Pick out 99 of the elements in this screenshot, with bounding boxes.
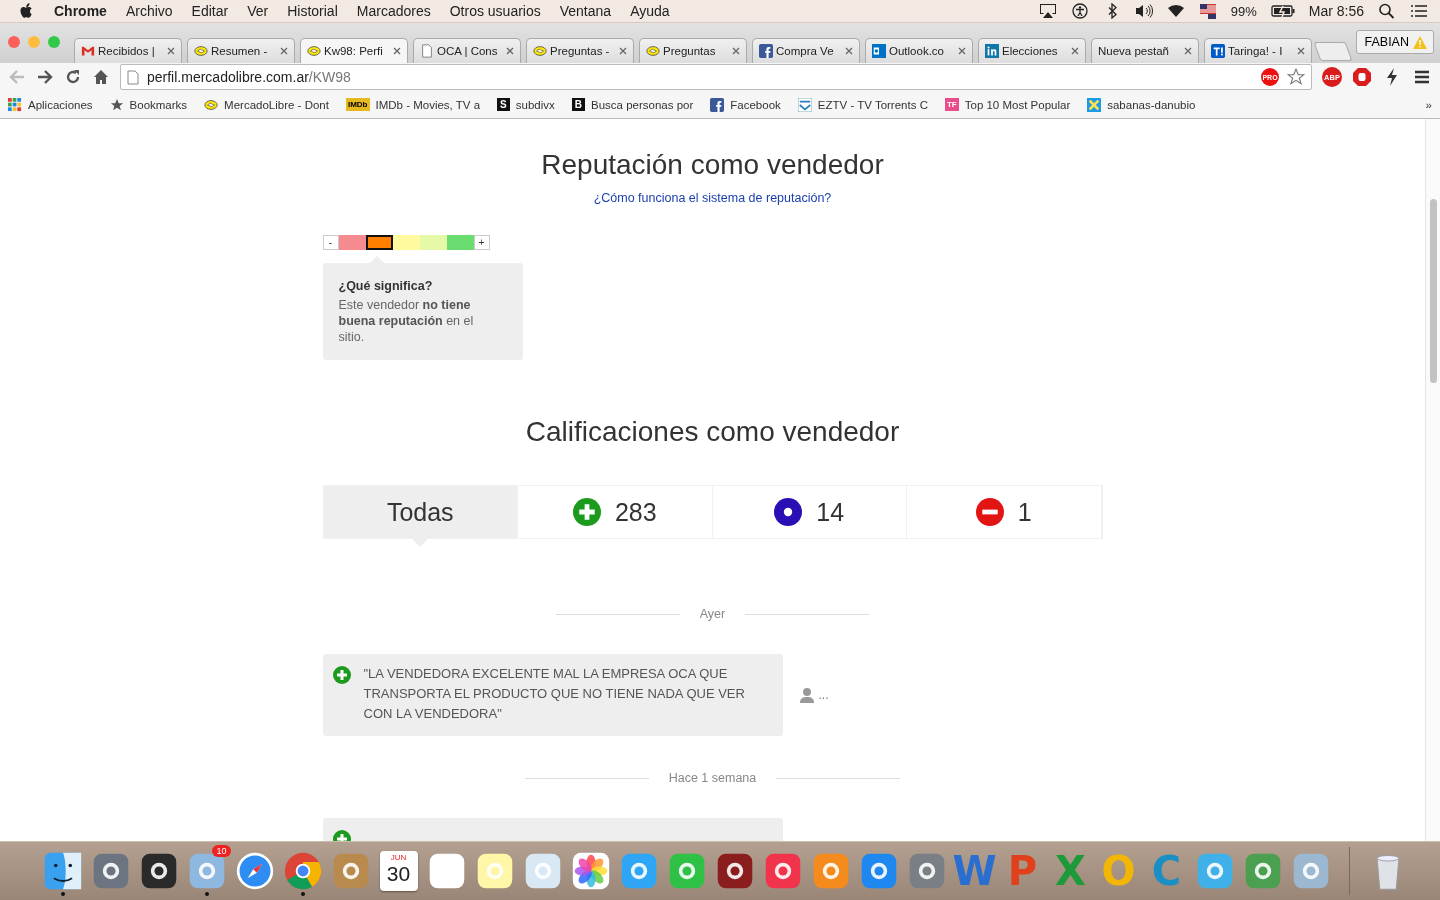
menu-item[interactable]: Ver: [247, 3, 269, 19]
x-logo-icon: [1087, 97, 1102, 112]
profile-button[interactable]: FABIAN: [1355, 30, 1434, 54]
date-heading: Ayer: [699, 607, 726, 621]
running-dot: [300, 892, 305, 896]
imdb-logo: IMDb: [345, 98, 370, 111]
letter-logo: S: [497, 98, 510, 111]
apple-icon[interactable]: [20, 3, 34, 19]
close-icon[interactable]: [732, 47, 740, 55]
browser-tab[interactable]: Preguntas -: [526, 38, 634, 63]
author-name[interactable]: ...: [818, 688, 829, 702]
page-icon: [127, 69, 139, 85]
page-icon: [420, 44, 434, 58]
search-icon[interactable]: [1378, 3, 1396, 19]
bookmark[interactable]: Aplicaciones: [8, 97, 93, 112]
plus-circle-icon: [572, 498, 601, 526]
browser-tab[interactable]: Nueva pestañ: [1091, 38, 1199, 63]
minus-circle-icon: [975, 498, 1004, 526]
linkedin-icon: [985, 44, 999, 58]
menu-item[interactable]: Ayuda: [630, 3, 670, 19]
browser-tab[interactable]: Elecciones: [978, 38, 1086, 63]
dot-circle-icon: [774, 498, 803, 526]
close-icon[interactable]: [1071, 47, 1079, 55]
apps-grid-icon: [8, 97, 22, 112]
close-icon[interactable]: [845, 47, 853, 55]
review-text: "LA VENDEDORA EXCELENTE MAL LA EMPRESA OCA QUE TRANSPORTA EL PRODUCTO QUE NO TIENE NADA QUE VER CON LA VENDEDORA": [363, 665, 746, 723]
battery-percent: 99%: [1230, 3, 1257, 19]
bookmark[interactable]: sabanas-danubio: [1087, 97, 1196, 112]
browser-tab[interactable]: Kw98: Perfi: [300, 38, 408, 63]
tooltip-title: ¿Qué significa?: [338, 279, 434, 293]
dock-item[interactable]: 10: [184, 845, 229, 897]
running-dot: [204, 892, 209, 896]
close-icon[interactable]: [506, 47, 514, 55]
volume-icon[interactable]: [1134, 3, 1153, 19]
menu-item[interactable]: Otros usuarios: [449, 3, 541, 19]
bookmark[interactable]: MercadoLibre - Dont: [204, 97, 329, 112]
menu-item[interactable]: Archivo: [125, 3, 173, 19]
browser-tab[interactable]: Outlook.co: [865, 38, 973, 63]
bookmark[interactable]: S subdivx: [497, 98, 555, 111]
more-bookmarks-button[interactable]: »: [1425, 98, 1432, 111]
close-icon[interactable]: [1184, 47, 1192, 55]
close-icon[interactable]: [167, 47, 175, 55]
bookmark[interactable]: IMDb IMDb - Movies, TV a: [345, 98, 481, 111]
wifi-icon[interactable]: [1166, 3, 1185, 19]
dock-item[interactable]: JUN 30: [376, 845, 421, 897]
list-icon[interactable]: [1410, 3, 1428, 19]
bookmark[interactable]: TF Top 10 Most Popular: [944, 98, 1071, 111]
close-icon[interactable]: [1297, 47, 1305, 55]
running-dot: [60, 892, 65, 896]
minus-label: -: [322, 235, 339, 250]
reload-icon[interactable]: [64, 68, 82, 86]
bookmark[interactable]: Bookmarks: [109, 97, 188, 112]
bookmark[interactable]: EZTV - TV Torrents C: [797, 97, 928, 112]
star-icon[interactable]: [1287, 68, 1305, 86]
home-icon[interactable]: [92, 68, 110, 86]
facebook-icon: [710, 97, 725, 112]
letter-logo: B: [571, 98, 585, 111]
clock[interactable]: Mar 8:56: [1308, 3, 1364, 19]
outlook-icon: [872, 44, 886, 58]
battery-icon[interactable]: [1270, 3, 1295, 19]
close-button[interactable]: [8, 36, 20, 48]
menu-item[interactable]: Ventana: [559, 3, 612, 19]
menu-item[interactable]: Historial: [287, 3, 338, 19]
notification-badge: 10: [212, 845, 231, 857]
forward-icon[interactable]: [36, 68, 54, 86]
airplay-icon[interactable]: [1038, 3, 1057, 19]
facebook-icon: [759, 44, 773, 58]
close-icon[interactable]: [393, 47, 401, 55]
warning-icon: [1413, 35, 1427, 49]
browser-tab[interactable]: OCA | Cons: [413, 38, 521, 63]
scrollbar-thumb[interactable]: [1429, 199, 1437, 383]
tooltip-text: Este vendedor no tiene buena reputación en el sitio.: [338, 297, 475, 345]
date-heading: Hace 1 semana: [668, 771, 757, 785]
plus-circle-icon: [332, 666, 351, 684]
close-icon[interactable]: [280, 47, 288, 55]
app-icon[interactable]: [42, 851, 83, 891]
section-title: Reputación como vendedor: [541, 149, 884, 181]
star-icon: [109, 97, 124, 112]
mail-icon: [81, 44, 95, 58]
browser-tab[interactable]: Taringa! - I: [1204, 38, 1312, 63]
calendar-app-icon[interactable]: JUN 30: [379, 851, 418, 891]
browser-tab[interactable]: Compra Ve: [752, 38, 860, 63]
close-icon[interactable]: [958, 47, 966, 55]
close-icon[interactable]: [619, 47, 627, 55]
user-icon: [798, 687, 815, 703]
menu-item[interactable]: Marcadores: [356, 3, 431, 19]
help-link[interactable]: ¿Cómo funciona el sistema de reputación?: [593, 191, 832, 205]
flag-icon[interactable]: [1198, 3, 1217, 19]
browser-tab[interactable]: Preguntas: [639, 38, 747, 63]
menu-item[interactable]: Chrome: [54, 3, 107, 19]
menu-item[interactable]: Editar: [191, 3, 229, 19]
section-title: Calificaciones como vendedor: [525, 416, 900, 448]
taringa-icon: [1211, 44, 1225, 58]
bookmark[interactable]: B Busca personas por: [571, 98, 694, 111]
accessibility-icon[interactable]: [1070, 3, 1089, 19]
bookmark[interactable]: Facebook: [710, 97, 781, 112]
browser-tab[interactable]: Recibidos |: [74, 38, 182, 63]
letter-logo: TF: [944, 98, 959, 111]
browser-tab[interactable]: Resumen -: [187, 38, 295, 63]
